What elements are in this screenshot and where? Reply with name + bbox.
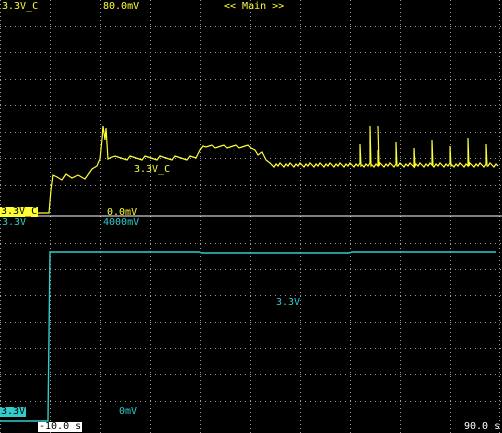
waveform-area [0,0,502,433]
trace-3v3-c [0,125,499,214]
time-start-label: -10.0 s [38,421,83,432]
channel-label-bottom[interactable]: 3.3V [2,218,26,228]
scale-label-top: 80.0mV [103,1,140,12]
trace-3v3 [0,251,496,422]
view-selector[interactable]: << Main >> [224,2,284,12]
baseline-marker-bottom[interactable]: 3.3V [0,407,27,417]
time-end-label: 90.0 s [464,421,501,432]
trace-label-bottom: 3.3V [276,297,301,308]
channel-label-top[interactable]: 3.3V_C [2,2,38,12]
baseline-marker-top[interactable]: 3.3V_C [0,207,39,217]
baseline-value-bottom: 0mV [119,406,138,417]
oscilloscope-display: 3.3V_C 80.0mV << Main >> 3.3V_C 3.3V_C 0… [0,0,502,433]
scale-label-bottom: 4000mV [103,217,140,228]
trace-label-top: 3.3V_C [134,164,171,175]
